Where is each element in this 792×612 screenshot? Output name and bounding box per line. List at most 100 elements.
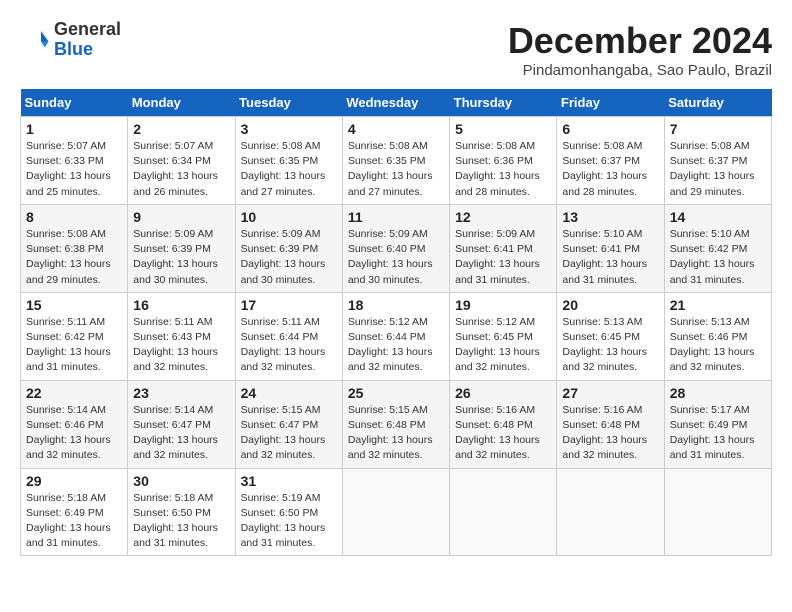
day-number: 5 [455,121,551,137]
day-info: Sunrise: 5:16 AMSunset: 6:48 PMDaylight:… [455,404,540,462]
calendar-week-row: 22 Sunrise: 5:14 AMSunset: 6:46 PMDaylig… [21,380,772,468]
day-info: Sunrise: 5:09 AMSunset: 6:41 PMDaylight:… [455,228,540,286]
table-row: 2 Sunrise: 5:07 AMSunset: 6:34 PMDayligh… [128,117,235,205]
table-row: 8 Sunrise: 5:08 AMSunset: 6:38 PMDayligh… [21,204,128,292]
month-title: December 2024 [508,20,772,62]
day-info: Sunrise: 5:16 AMSunset: 6:48 PMDaylight:… [562,404,647,462]
table-row: 14 Sunrise: 5:10 AMSunset: 6:42 PMDaylig… [664,204,771,292]
day-number: 4 [348,121,444,137]
day-info: Sunrise: 5:08 AMSunset: 6:37 PMDaylight:… [670,140,755,198]
calendar-table: Sunday Monday Tuesday Wednesday Thursday… [20,89,772,556]
table-row: 10 Sunrise: 5:09 AMSunset: 6:39 PMDaylig… [235,204,342,292]
day-info: Sunrise: 5:12 AMSunset: 6:44 PMDaylight:… [348,316,433,374]
col-saturday: Saturday [664,89,771,117]
day-number: 22 [26,385,122,401]
day-number: 6 [562,121,658,137]
col-thursday: Thursday [450,89,557,117]
day-number: 12 [455,209,551,225]
day-number: 17 [241,297,337,313]
calendar-week-row: 29 Sunrise: 5:18 AMSunset: 6:49 PMDaylig… [21,468,772,556]
table-row [664,468,771,556]
table-row: 28 Sunrise: 5:17 AMSunset: 6:49 PMDaylig… [664,380,771,468]
day-info: Sunrise: 5:13 AMSunset: 6:46 PMDaylight:… [670,316,755,374]
table-row: 4 Sunrise: 5:08 AMSunset: 6:35 PMDayligh… [342,117,449,205]
table-row: 27 Sunrise: 5:16 AMSunset: 6:48 PMDaylig… [557,380,664,468]
table-row: 3 Sunrise: 5:08 AMSunset: 6:35 PMDayligh… [235,117,342,205]
day-info: Sunrise: 5:17 AMSunset: 6:49 PMDaylight:… [670,404,755,462]
day-number: 25 [348,385,444,401]
day-info: Sunrise: 5:09 AMSunset: 6:39 PMDaylight:… [133,228,218,286]
calendar-header-row: Sunday Monday Tuesday Wednesday Thursday… [21,89,772,117]
day-number: 28 [670,385,766,401]
day-info: Sunrise: 5:11 AMSunset: 6:42 PMDaylight:… [26,316,111,374]
col-tuesday: Tuesday [235,89,342,117]
table-row [342,468,449,556]
table-row: 23 Sunrise: 5:14 AMSunset: 6:47 PMDaylig… [128,380,235,468]
day-info: Sunrise: 5:18 AMSunset: 6:49 PMDaylight:… [26,492,111,550]
day-number: 3 [241,121,337,137]
day-number: 29 [26,473,122,489]
calendar-week-row: 15 Sunrise: 5:11 AMSunset: 6:42 PMDaylig… [21,292,772,380]
day-number: 26 [455,385,551,401]
page-header: General Blue December 2024 Pindamonhanga… [20,20,772,79]
location: Pindamonhangaba, Sao Paulo, Brazil [508,62,772,79]
day-info: Sunrise: 5:08 AMSunset: 6:36 PMDaylight:… [455,140,540,198]
table-row: 15 Sunrise: 5:11 AMSunset: 6:42 PMDaylig… [21,292,128,380]
day-number: 31 [241,473,337,489]
table-row: 1 Sunrise: 5:07 AMSunset: 6:33 PMDayligh… [21,117,128,205]
day-info: Sunrise: 5:09 AMSunset: 6:39 PMDaylight:… [241,228,326,286]
table-row [557,468,664,556]
table-row: 13 Sunrise: 5:10 AMSunset: 6:41 PMDaylig… [557,204,664,292]
day-info: Sunrise: 5:11 AMSunset: 6:44 PMDaylight:… [241,316,326,374]
day-info: Sunrise: 5:12 AMSunset: 6:45 PMDaylight:… [455,316,540,374]
day-info: Sunrise: 5:08 AMSunset: 6:35 PMDaylight:… [348,140,433,198]
day-number: 1 [26,121,122,137]
day-number: 20 [562,297,658,313]
day-info: Sunrise: 5:11 AMSunset: 6:43 PMDaylight:… [133,316,218,374]
table-row: 12 Sunrise: 5:09 AMSunset: 6:41 PMDaylig… [450,204,557,292]
table-row: 16 Sunrise: 5:11 AMSunset: 6:43 PMDaylig… [128,292,235,380]
day-info: Sunrise: 5:19 AMSunset: 6:50 PMDaylight:… [241,492,326,550]
table-row: 9 Sunrise: 5:09 AMSunset: 6:39 PMDayligh… [128,204,235,292]
day-number: 21 [670,297,766,313]
table-row: 11 Sunrise: 5:09 AMSunset: 6:40 PMDaylig… [342,204,449,292]
col-sunday: Sunday [21,89,128,117]
day-number: 27 [562,385,658,401]
table-row: 17 Sunrise: 5:11 AMSunset: 6:44 PMDaylig… [235,292,342,380]
day-info: Sunrise: 5:07 AMSunset: 6:34 PMDaylight:… [133,140,218,198]
day-info: Sunrise: 5:14 AMSunset: 6:47 PMDaylight:… [133,404,218,462]
day-info: Sunrise: 5:14 AMSunset: 6:46 PMDaylight:… [26,404,111,462]
day-number: 9 [133,209,229,225]
table-row: 31 Sunrise: 5:19 AMSunset: 6:50 PMDaylig… [235,468,342,556]
day-number: 23 [133,385,229,401]
day-number: 8 [26,209,122,225]
col-friday: Friday [557,89,664,117]
day-info: Sunrise: 5:15 AMSunset: 6:48 PMDaylight:… [348,404,433,462]
table-row: 30 Sunrise: 5:18 AMSunset: 6:50 PMDaylig… [128,468,235,556]
table-row: 21 Sunrise: 5:13 AMSunset: 6:46 PMDaylig… [664,292,771,380]
table-row: 6 Sunrise: 5:08 AMSunset: 6:37 PMDayligh… [557,117,664,205]
table-row: 18 Sunrise: 5:12 AMSunset: 6:44 PMDaylig… [342,292,449,380]
day-number: 15 [26,297,122,313]
day-info: Sunrise: 5:18 AMSunset: 6:50 PMDaylight:… [133,492,218,550]
calendar-week-row: 8 Sunrise: 5:08 AMSunset: 6:38 PMDayligh… [21,204,772,292]
calendar-week-row: 1 Sunrise: 5:07 AMSunset: 6:33 PMDayligh… [21,117,772,205]
day-info: Sunrise: 5:15 AMSunset: 6:47 PMDaylight:… [241,404,326,462]
table-row: 7 Sunrise: 5:08 AMSunset: 6:37 PMDayligh… [664,117,771,205]
table-row: 25 Sunrise: 5:15 AMSunset: 6:48 PMDaylig… [342,380,449,468]
day-number: 19 [455,297,551,313]
day-number: 7 [670,121,766,137]
col-wednesday: Wednesday [342,89,449,117]
day-info: Sunrise: 5:08 AMSunset: 6:38 PMDaylight:… [26,228,111,286]
day-number: 24 [241,385,337,401]
table-row: 19 Sunrise: 5:12 AMSunset: 6:45 PMDaylig… [450,292,557,380]
table-row: 24 Sunrise: 5:15 AMSunset: 6:47 PMDaylig… [235,380,342,468]
day-info: Sunrise: 5:09 AMSunset: 6:40 PMDaylight:… [348,228,433,286]
title-block: December 2024 Pindamonhangaba, Sao Paulo… [508,20,772,79]
day-info: Sunrise: 5:13 AMSunset: 6:45 PMDaylight:… [562,316,647,374]
table-row: 5 Sunrise: 5:08 AMSunset: 6:36 PMDayligh… [450,117,557,205]
day-number: 2 [133,121,229,137]
day-number: 18 [348,297,444,313]
day-info: Sunrise: 5:10 AMSunset: 6:41 PMDaylight:… [562,228,647,286]
day-info: Sunrise: 5:07 AMSunset: 6:33 PMDaylight:… [26,140,111,198]
